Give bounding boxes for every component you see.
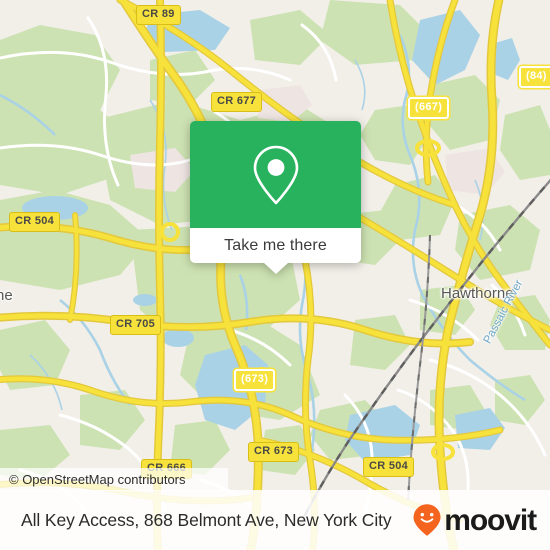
route-shield-cr504-south: CR 504 — [363, 457, 415, 477]
map-pin-icon — [253, 145, 298, 204]
moovit-wordmark: moovit — [444, 503, 537, 537]
footer-bar: All Key Access, 868 Belmont Ave, New Yor… — [0, 490, 550, 550]
attribution-text: © OpenStreetMap contributors — [9, 472, 186, 487]
moovit-brand-logo: moovit — [412, 503, 537, 537]
take-me-there-button-label: Take me there — [224, 236, 327, 254]
moovit-map-screenshot: CR 89 CR 677 (84) (667) CR 504 CR 705 (6… — [0, 0, 550, 550]
popup-icon-area — [190, 121, 361, 228]
route-shield-cr677: CR 677 — [211, 92, 263, 112]
popup-pointer-tail — [263, 263, 288, 274]
place-label-partial: ne — [0, 287, 13, 304]
route-shield-cr705: CR 705 — [110, 315, 162, 335]
popup-action-area[interactable]: Take me there — [190, 228, 361, 274]
moovit-pin-smile-icon — [413, 504, 441, 536]
route-shield-cr89: CR 89 — [136, 5, 181, 25]
route-shield-667: (667) — [408, 97, 450, 119]
route-shield-cr673: CR 673 — [248, 442, 300, 462]
location-popup-card[interactable]: Take me there — [190, 121, 361, 274]
map-attribution: © OpenStreetMap contributors — [0, 468, 228, 491]
route-shield-84: (84) — [519, 66, 550, 88]
route-shield-cr504-west: CR 504 — [9, 212, 61, 232]
route-shield-673: (673) — [234, 369, 276, 391]
address-text: All Key Access, 868 Belmont Ave, New Yor… — [21, 509, 392, 530]
